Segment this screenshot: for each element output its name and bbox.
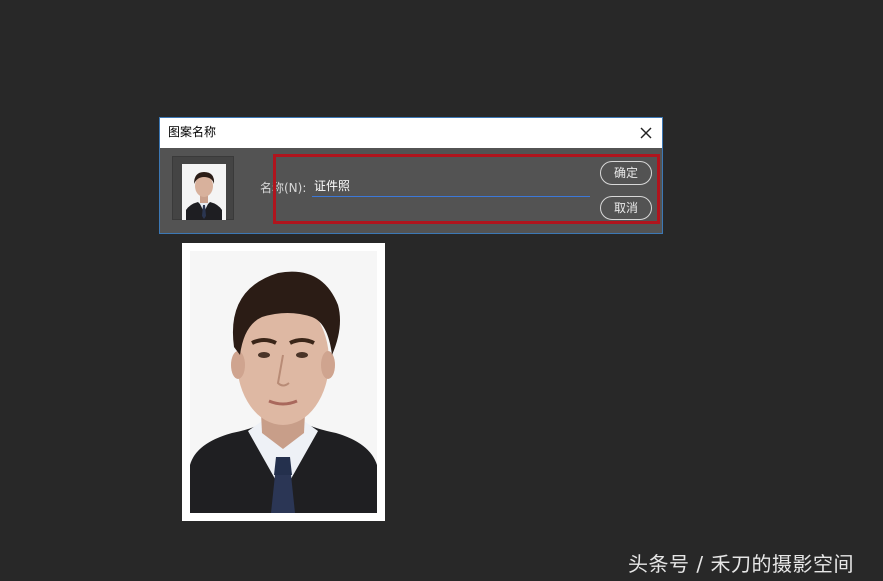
portrait-photo [182, 243, 385, 521]
pattern-thumbnail [172, 156, 234, 220]
ok-button[interactable]: 确定 [600, 161, 652, 185]
close-icon[interactable] [636, 123, 656, 143]
watermark-text: 头条号 / 禾刀的摄影空间 [628, 552, 854, 576]
cancel-button[interactable]: 取消 [600, 196, 652, 220]
name-label: 名称(N): [260, 181, 307, 195]
dialog-title: 图案名称 [168, 125, 217, 139]
name-input[interactable] [312, 174, 590, 197]
dialog-body: 名称(N): 确定 取消 [160, 148, 662, 233]
pattern-name-dialog: 图案名称 名称(N): 确定 [159, 117, 663, 234]
thumbnail-portrait [182, 164, 226, 220]
dialog-titlebar: 图案名称 [160, 118, 662, 148]
